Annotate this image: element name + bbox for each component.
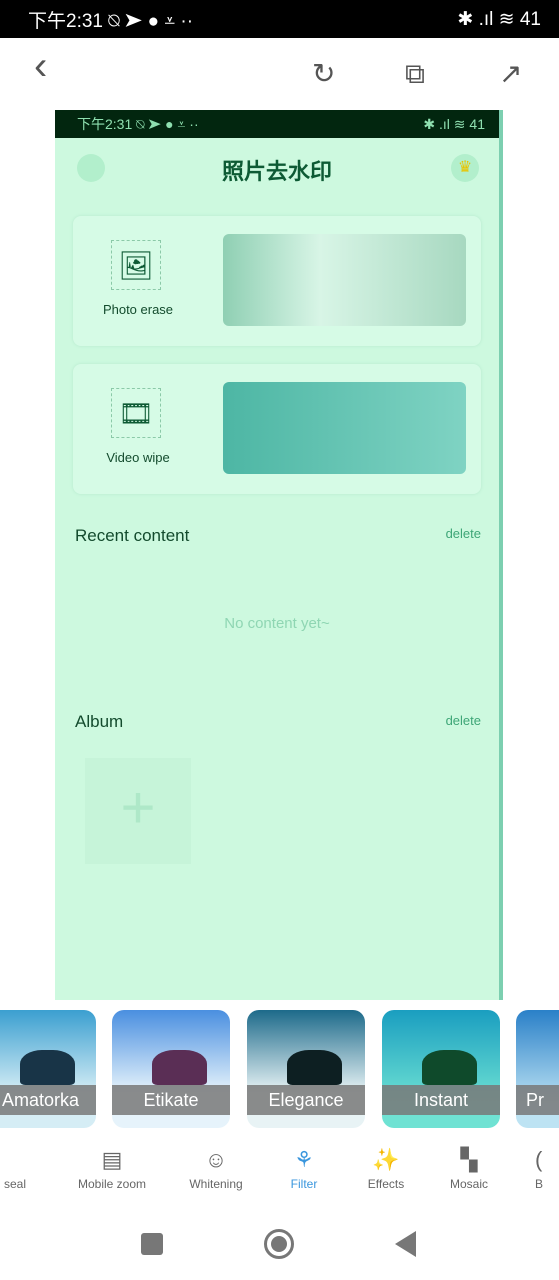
- status-bar: 下午2:31 ⍉ ➤ ● ⩡ ·· ✱ .ıl ≋ 41: [0, 0, 559, 38]
- refresh-icon[interactable]: ↻: [312, 60, 335, 88]
- recents-button[interactable]: [141, 1233, 163, 1255]
- filter-instant[interactable]: Instant: [382, 1010, 500, 1128]
- card-label: Photo erase: [102, 302, 174, 317]
- filter-icon: ⚘: [294, 1147, 314, 1172]
- tool-label: seal: [4, 1177, 27, 1191]
- filter-label: Etikate: [112, 1085, 230, 1115]
- tool-label: B: [535, 1177, 544, 1191]
- tool-bar: seal ▤ Mobile zoom ☺ Whitening ⚘ Filter ✨ Ef…: [0, 1145, 559, 1200]
- tool-effects[interactable]: ✨ Effects: [341, 1145, 431, 1191]
- system-icons: ✱ .ıl ≋ 41: [457, 8, 541, 30]
- add-album-icon: +: [85, 758, 191, 864]
- toolbar: ‹ ↻ ⧉ ↗: [0, 38, 559, 110]
- back-nav-button[interactable]: [395, 1231, 416, 1257]
- recent-delete: delete: [445, 526, 481, 541]
- preview-system-icons: ✱ .ıl ≋ 41: [423, 115, 485, 132]
- tool-label: Whitening: [189, 1177, 243, 1191]
- notification-icons: ⍉ ➤ ● ⩡ ··: [108, 10, 194, 32]
- filter-pr[interactable]: Pr: [516, 1010, 559, 1128]
- tool-label: Effects: [367, 1177, 405, 1191]
- mosaic-icon: ▚: [460, 1147, 478, 1172]
- preview-image: 下午2:31 ⍉ ➤ ● ⩡ ·· ✱ .ıl ≋ 41 照片去水印 ♛ 🖼 P…: [55, 110, 503, 1000]
- page-title: 照片去水印: [221, 159, 332, 184]
- filter-label: Elegance: [247, 1085, 365, 1115]
- tool-mobile-zoom[interactable]: ▤ Mobile zoom: [67, 1145, 157, 1191]
- filter-label: Pr: [516, 1085, 559, 1115]
- b-icon: (: [535, 1147, 543, 1172]
- filter-elegance[interactable]: Elegance: [247, 1010, 365, 1128]
- share-icon[interactable]: ↗: [499, 60, 522, 88]
- filter-amatorka[interactable]: Amatorka: [0, 1010, 96, 1128]
- album-title: Album: [75, 712, 124, 731]
- face-icon: ☺: [204, 1147, 228, 1172]
- copy-icon[interactable]: ⧉: [405, 60, 425, 88]
- crown-icon: ♛: [451, 154, 479, 182]
- recent-title: Recent content: [75, 526, 190, 545]
- tool-filter[interactable]: ⚘ Filter: [259, 1145, 349, 1191]
- tool-label: Filter: [290, 1177, 318, 1191]
- back-icon[interactable]: ‹: [34, 46, 47, 86]
- filter-strip[interactable]: Amatorka Etikate Elegance Instant Pr: [0, 1010, 559, 1128]
- preview-notification-icons: ⍉ ➤ ● ⩡ ··: [136, 116, 199, 132]
- tool-label: Mobile zoom: [77, 1177, 147, 1191]
- film-icon: 🎞: [111, 388, 161, 438]
- tool-seal[interactable]: seal: [0, 1145, 40, 1191]
- time: 下午2:31: [28, 10, 103, 32]
- photo-thumbnail: [223, 234, 466, 326]
- album-delete: delete: [445, 713, 481, 728]
- home-button[interactable]: [264, 1229, 294, 1259]
- video-wipe-card: 🎞 Video wipe: [73, 364, 481, 494]
- filter-etikate[interactable]: Etikate: [112, 1010, 230, 1128]
- empty-message: No content yet~: [224, 615, 330, 632]
- preview-status-bar: 下午2:31 ⍉ ➤ ● ⩡ ·· ✱ .ıl ≋ 41: [55, 110, 499, 138]
- magic-wand-icon: ✨: [372, 1147, 400, 1172]
- zoom-icon: ▤: [101, 1147, 123, 1172]
- tool-whitening[interactable]: ☺ Whitening: [171, 1145, 261, 1191]
- filter-label: Amatorka: [0, 1085, 96, 1115]
- preview-time: 下午2:31: [77, 116, 133, 132]
- image-icon: 🖼: [111, 240, 161, 290]
- tool-label: Mosaic: [449, 1177, 488, 1191]
- tool-mosaic[interactable]: ▚ Mosaic: [424, 1145, 514, 1191]
- video-thumbnail: [223, 382, 466, 474]
- tool-b[interactable]: (B: [535, 1145, 559, 1191]
- photo-erase-card: 🖼 Photo erase: [73, 216, 481, 346]
- system-nav-bar: [0, 1225, 559, 1265]
- seal-icon: [4, 1145, 40, 1177]
- filter-label: Instant: [382, 1085, 500, 1115]
- card-label: Video wipe: [106, 450, 170, 465]
